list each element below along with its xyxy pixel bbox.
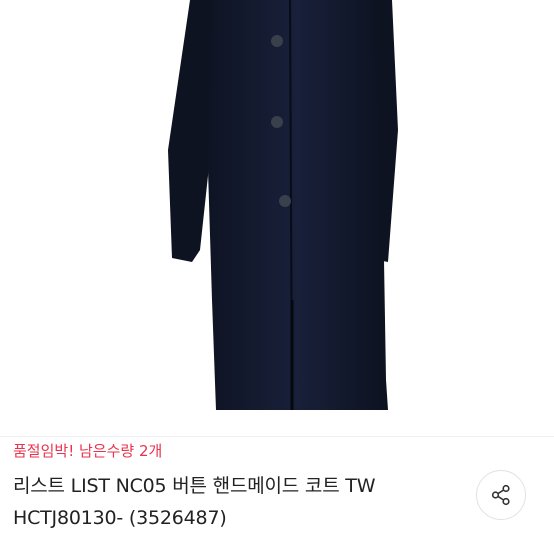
image-divider: [0, 436, 554, 437]
product-title-line-1: 리스트 LIST NC05 버튼 핸드메이드 코트 TW: [13, 475, 376, 497]
product-detail-page: 품절임박! 남은수량 2개 리스트 LIST NC05 버튼 핸드메이드 코트 …: [0, 0, 554, 554]
coat-button: [271, 35, 283, 47]
coat-photo: [168, 0, 398, 411]
stock-remaining: 남은수량 2개: [79, 442, 163, 460]
stock-status: 품절임박!: [13, 442, 75, 460]
share-icon: [491, 484, 510, 506]
coat-button: [271, 116, 283, 128]
product-title: 리스트 LIST NC05 버튼 핸드메이드 코트 TW HCTJ80130- …: [13, 470, 453, 534]
product-image[interactable]: [0, 0, 554, 436]
product-title-line-2: HCTJ80130- (3526487): [13, 507, 227, 529]
share-button[interactable]: [476, 470, 526, 520]
stock-badge: 품절임박! 남은수량 2개: [13, 440, 162, 462]
coat-body: [208, 0, 388, 410]
coat-button: [279, 195, 291, 207]
